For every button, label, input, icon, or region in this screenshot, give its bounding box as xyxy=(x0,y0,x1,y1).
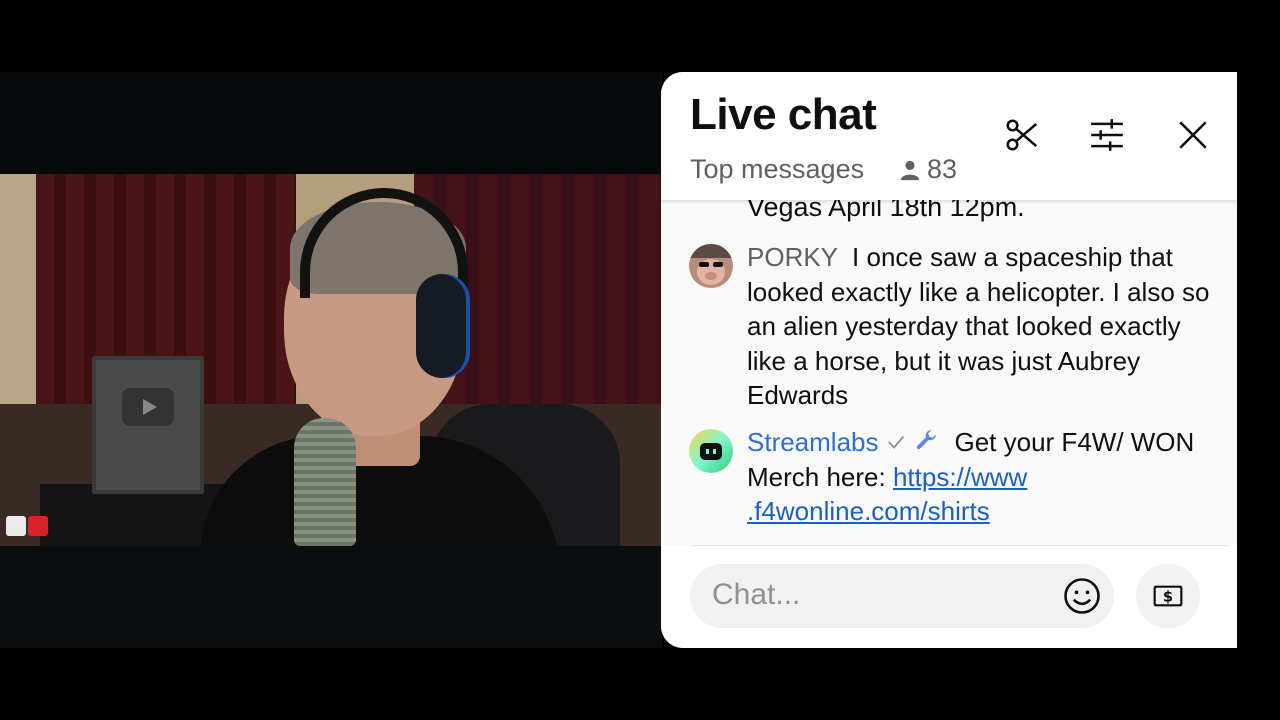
avatar[interactable] xyxy=(689,429,733,473)
chat-input-placeholder: Chat... xyxy=(712,578,801,611)
dollar-icon: $ xyxy=(1153,585,1183,607)
emoji-button[interactable] xyxy=(1060,574,1104,618)
avatar[interactable] xyxy=(689,244,733,288)
live-chat-panel: Live chat Top messages 83 Vegas April 18… xyxy=(661,72,1237,648)
viewer-count-value: 83 xyxy=(927,154,958,184)
channel-logo xyxy=(4,512,48,542)
chat-input[interactable]: Chat... xyxy=(690,564,1114,628)
chat-message-list[interactable]: Vegas April 18th 12pm. PORKY I once saw a… xyxy=(661,200,1237,545)
chat-composer: Chat... $ xyxy=(661,546,1237,648)
chat-filter-button[interactable] xyxy=(1084,112,1130,158)
letterbox-top xyxy=(0,72,662,174)
wrench-icon xyxy=(916,430,936,450)
chat-message[interactable]: PORKY I once saw a spaceship that looked … xyxy=(689,240,1219,420)
partial-message-line: Vegas April 18th 12pm. xyxy=(747,200,1025,222)
tune-icon xyxy=(1091,119,1123,151)
check-icon xyxy=(887,435,904,449)
message-author[interactable]: PORKY xyxy=(747,242,838,272)
viewer-count: 83 xyxy=(899,154,957,185)
super-chat-button[interactable]: $ xyxy=(1136,564,1200,628)
chat-title: Live chat xyxy=(690,90,877,139)
close-icon xyxy=(1179,121,1207,149)
clip-button[interactable] xyxy=(999,112,1045,158)
video-frame xyxy=(0,174,662,546)
video-player[interactable] xyxy=(0,72,662,648)
play-button-plaque xyxy=(92,356,204,494)
scissors-icon xyxy=(1006,119,1038,151)
chat-message[interactable]: Streamlabs Get your F4W/ WON Merch here: … xyxy=(689,425,1219,535)
chat-mode-selector[interactable]: Top messages xyxy=(690,154,864,185)
letterbox-bottom xyxy=(0,546,662,648)
smiley-icon xyxy=(1064,578,1100,614)
microphone xyxy=(294,418,356,546)
person-icon xyxy=(900,160,920,180)
message-author[interactable]: Streamlabs xyxy=(747,427,879,457)
message-text: Streamlabs Get your F4W/ WON Merch here: … xyxy=(747,425,1217,529)
message-text: PORKY I once saw a spaceship that looked … xyxy=(747,240,1217,413)
close-chat-button[interactable] xyxy=(1170,112,1216,158)
svg-text:$: $ xyxy=(1163,588,1173,605)
chat-header: Live chat Top messages 83 xyxy=(661,72,1237,200)
